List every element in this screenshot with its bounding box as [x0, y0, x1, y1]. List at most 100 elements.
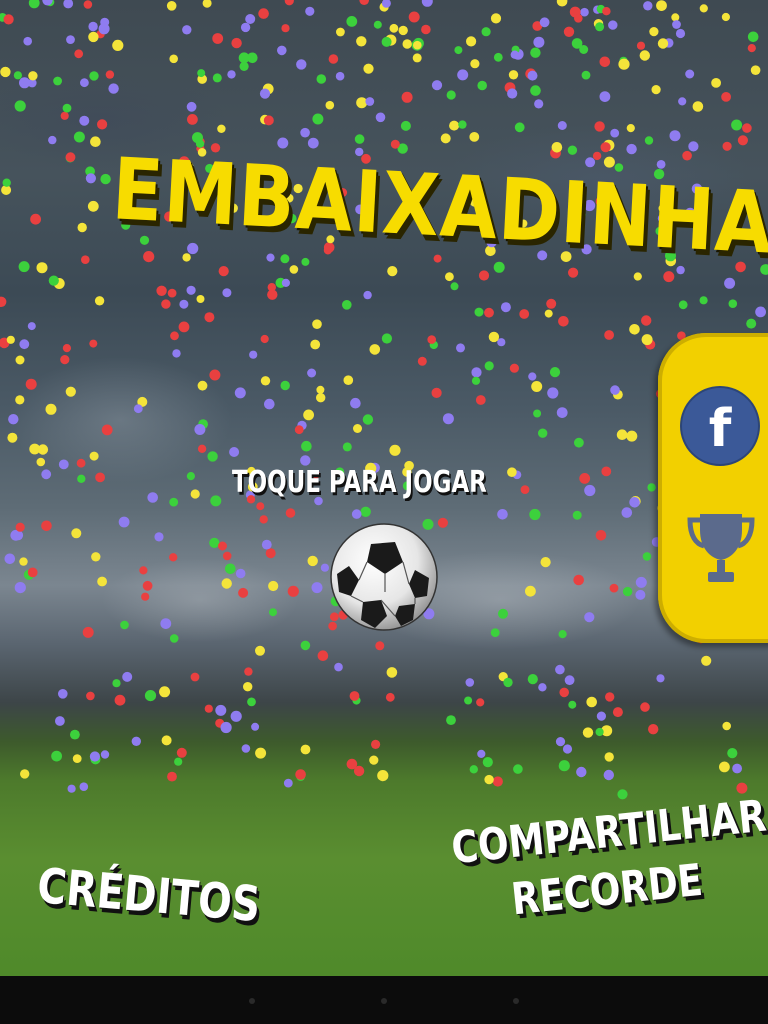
confetti-dot	[204, 312, 215, 323]
confetti-dot	[287, 585, 299, 597]
confetti-dot	[112, 679, 121, 688]
confetti-dot	[258, 8, 269, 19]
confetti-dot	[641, 334, 653, 346]
confetti-dot	[58, 689, 68, 699]
confetti-dot	[312, 113, 324, 125]
confetti-dot	[55, 716, 65, 726]
confetti-dot	[30, 213, 41, 225]
confetti-dot	[269, 608, 277, 617]
confetti-dot	[335, 71, 345, 81]
trophy-icon[interactable]	[686, 508, 756, 588]
confetti-dot	[498, 608, 508, 619]
confetti-dot	[530, 47, 541, 58]
confetti-dot	[371, 739, 381, 750]
confetti-dot	[238, 587, 249, 598]
confetti-dot	[746, 318, 757, 329]
confetti-dot	[244, 667, 253, 676]
confetti-dot	[245, 14, 256, 24]
confetti-dot	[122, 671, 133, 682]
confetti-dot	[727, 748, 738, 759]
confetti-dot	[484, 307, 494, 318]
confetti-dot	[539, 17, 550, 28]
confetti-dot	[169, 54, 178, 64]
confetti-dot	[255, 645, 265, 656]
confetti-dot	[166, 1, 177, 11]
confetti-dot	[558, 316, 569, 327]
confetti-dot	[719, 761, 730, 773]
confetti-dot	[533, 36, 545, 48]
confetti-dot	[277, 45, 287, 56]
confetti-dot	[60, 111, 69, 120]
confetti-dot	[161, 299, 171, 309]
confetti-dot	[421, 24, 431, 35]
confetti-dot	[529, 508, 541, 521]
confetti-dot	[77, 474, 86, 483]
confetti-dot	[139, 566, 148, 575]
confetti-dot	[458, 120, 467, 129]
soccer-ball-icon[interactable]	[329, 522, 439, 632]
confetti-dot	[343, 375, 354, 386]
confetti-dot	[671, 13, 680, 22]
confetti-dot	[456, 343, 465, 353]
confetti-dot	[579, 45, 589, 54]
confetti-dot	[89, 451, 99, 461]
confetti-dot	[63, 0, 74, 9]
confetti-dot	[559, 687, 569, 698]
confetti-dot	[728, 299, 738, 309]
confetti-dot	[218, 266, 229, 277]
confetti-dot	[220, 721, 232, 734]
confetti-dot	[413, 40, 422, 50]
confetti-dot	[28, 71, 38, 81]
confetti-dot	[251, 722, 260, 731]
confetti-dot	[688, 141, 699, 152]
confetti-dot	[210, 495, 222, 507]
confetti-dot	[642, 552, 652, 561]
confetti-dot	[118, 516, 130, 528]
confetti-dot	[557, 121, 567, 130]
confetti-dot	[147, 492, 158, 503]
confetti-dot	[556, 0, 568, 7]
confetti-dot	[187, 242, 199, 255]
confetti-dot	[497, 509, 508, 520]
confetti-dot	[268, 580, 279, 592]
confetti-dot	[182, 253, 191, 262]
confetti-dot	[538, 683, 547, 692]
confetti-dot	[73, 131, 85, 143]
confetti-dot	[599, 56, 611, 68]
home-icon[interactable]	[381, 998, 387, 1004]
back-icon[interactable]	[249, 998, 255, 1004]
confetti-dot	[484, 361, 494, 371]
confetti-dot	[186, 285, 196, 295]
tap-to-play-prompt[interactable]: TOQUE PARA JOGAR	[232, 465, 487, 500]
confetti-dot	[310, 339, 321, 350]
confetti-dot	[747, 44, 756, 53]
confetti-dot	[527, 674, 538, 685]
confetti-dot	[260, 376, 271, 386]
confetti-dot	[172, 349, 181, 358]
confetti-dot	[161, 735, 172, 746]
confetti-dot	[375, 112, 386, 123]
confetti-dot	[437, 517, 448, 528]
confetti-dot	[558, 760, 570, 772]
confetti-dot	[755, 306, 766, 318]
recents-icon[interactable]	[513, 998, 519, 1004]
confetti-dot	[15, 355, 25, 365]
confetti-dot	[663, 271, 675, 283]
confetti-dot	[471, 376, 481, 385]
confetti-dot	[417, 356, 427, 366]
confetti-dot	[617, 789, 628, 800]
confetti-dot	[657, 38, 669, 49]
confetti-dot	[572, 510, 582, 520]
confetti-dot	[311, 582, 323, 594]
confetti-dot	[15, 522, 25, 532]
confetti-dot	[390, 139, 400, 149]
confetti-dot	[328, 54, 339, 64]
facebook-button[interactable]: f	[682, 388, 758, 464]
confetti-dot	[346, 16, 358, 27]
confetti-dot	[711, 78, 721, 88]
confetti-dot	[469, 765, 478, 774]
confetti-dot	[519, 309, 530, 319]
facebook-glyph: f	[709, 399, 733, 459]
confetti-dot	[599, 91, 611, 102]
confetti-dot	[167, 288, 177, 298]
